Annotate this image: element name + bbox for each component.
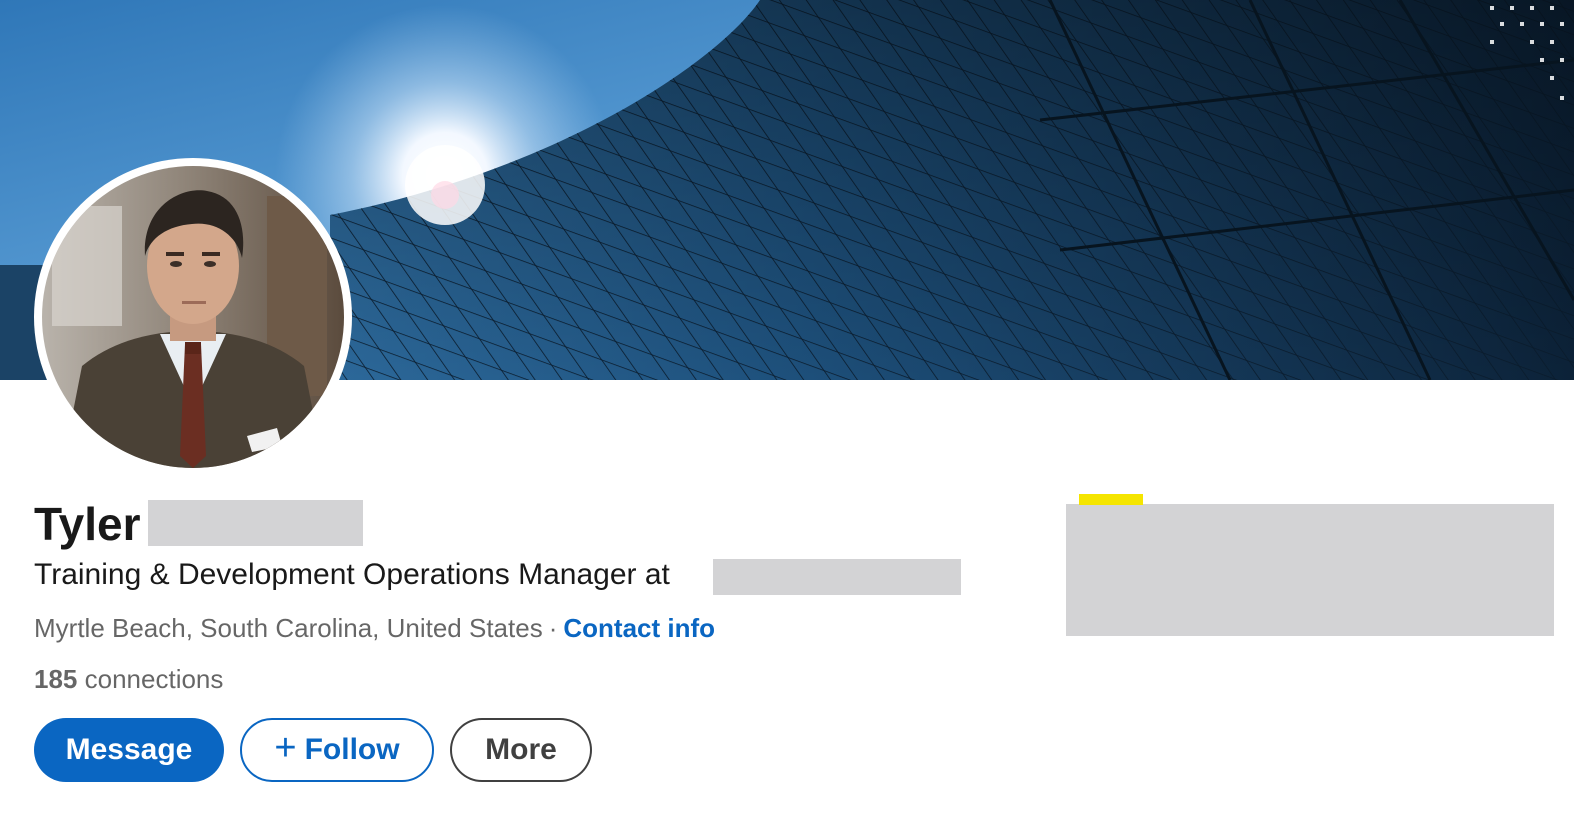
redacted-last-name [148,500,363,546]
plus-icon: + [274,727,297,769]
connections-label: connections [84,664,224,694]
profile-avatar[interactable] [34,158,352,476]
follow-button-label: Follow [304,733,400,766]
contact-info-link[interactable]: Contact info [563,613,715,643]
profile-location-line: Myrtle Beach, South Carolina, United Sta… [34,610,715,646]
message-button-label: Message [65,733,193,766]
more-button-label: More [485,733,557,766]
location-separator: · [548,613,558,643]
profile-name: Tyler [34,498,141,550]
profile-headline: Training & Development Operations Manage… [34,558,670,591]
company-logo-highlight [1079,494,1143,505]
experience-summary-panel [1066,494,1556,638]
connections-count: 185 [34,664,78,694]
redacted-company-name [713,559,961,595]
more-button[interactable]: More [450,718,592,782]
redacted-experience-block [1066,504,1554,636]
message-button[interactable]: Message [34,718,224,782]
follow-button[interactable]: + Follow [240,718,434,782]
avatar-photo [42,166,344,468]
profile-location: Myrtle Beach, South Carolina, United Sta… [34,613,543,643]
connections-count-line: 185 connections [34,662,223,696]
